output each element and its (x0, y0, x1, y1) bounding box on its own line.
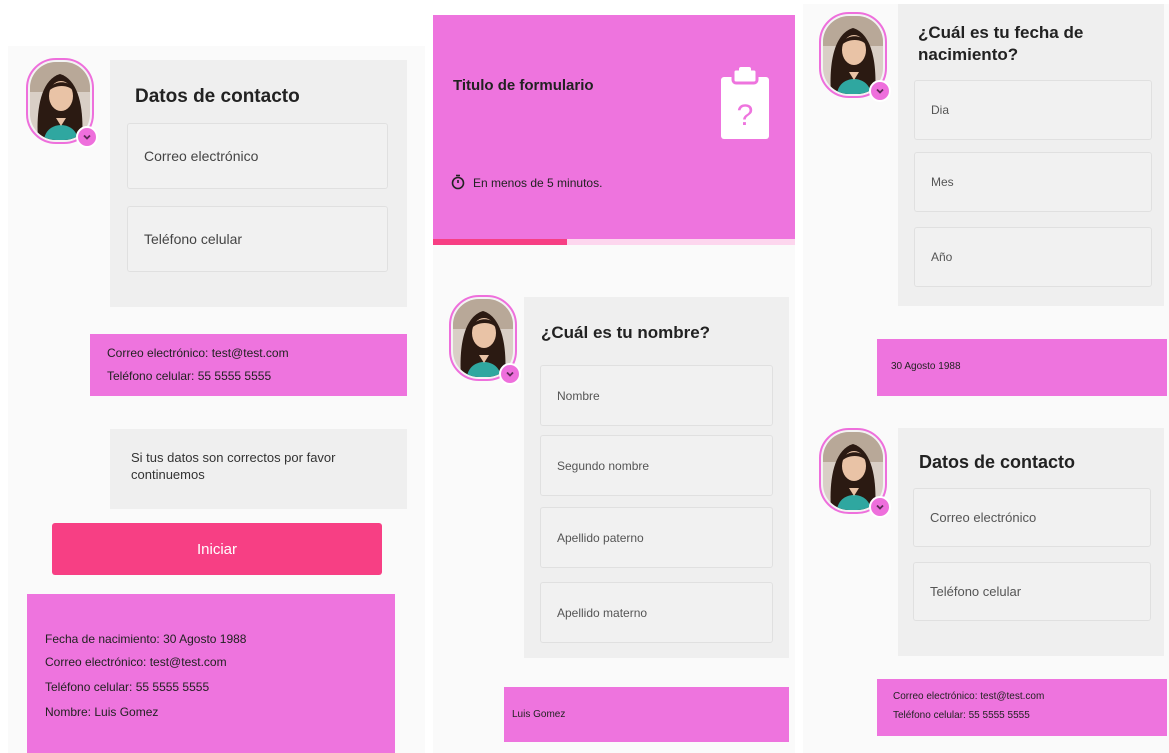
chat-screen-birthdate: ¿Cuál es tu fecha de nacimiento? Dia Mes… (803, 4, 1169, 753)
day-field[interactable]: Dia (914, 80, 1152, 140)
progress-bar (433, 239, 795, 245)
paternal-surname-field[interactable]: Apellido paterno (540, 507, 773, 568)
chevron-down-icon[interactable] (499, 363, 521, 385)
form-header: Titulo de formulario ? En menos de 5 min… (433, 15, 795, 240)
form-title: Titulo de formulario (453, 77, 594, 94)
question-title: ¿Cuál es tu fecha de nacimiento? (918, 23, 1084, 64)
summary-line: Nombre: Luis Gomez (45, 705, 159, 719)
assistant-avatar (449, 295, 521, 385)
phone-field[interactable]: Teléfono celular (913, 562, 1151, 621)
chevron-down-icon[interactable] (869, 496, 891, 518)
chat-screen-contact: Datos de contacto Correo electrónico Tel… (8, 46, 425, 753)
question-title: ¿Cuál es tu nombre? (541, 323, 711, 342)
answer-bubble: 30 Agosto 1988 (877, 339, 1167, 396)
summary-line: Fecha de nacimiento: 30 Agosto 1988 (45, 632, 247, 646)
answer-text: 30 Agosto 1988 (891, 361, 961, 372)
email-field[interactable]: Correo electrónico (127, 123, 388, 189)
clipboard-question-icon: ? (721, 67, 769, 139)
answer-line: Correo electrónico: test@test.com (893, 691, 1045, 702)
summary-line: Correo electrónico: test@test.com (45, 655, 227, 669)
contact-card: Datos de contacto Correo electrónico Tel… (898, 428, 1164, 656)
assistant-avatar (819, 428, 891, 518)
svg-text:?: ? (737, 99, 754, 132)
chevron-down-icon[interactable] (76, 126, 98, 148)
first-name-field[interactable]: Nombre (540, 365, 773, 426)
name-card: ¿Cuál es tu nombre? Nombre Segundo nombr… (524, 297, 789, 658)
chevron-down-icon[interactable] (869, 80, 891, 102)
confirm-message: Si tus datos son correctos por favor con… (110, 429, 407, 509)
start-button[interactable]: Iniciar (52, 523, 382, 575)
month-field[interactable]: Mes (914, 152, 1152, 212)
email-field[interactable]: Correo electrónico (913, 488, 1151, 547)
maternal-surname-field[interactable]: Apellido materno (540, 582, 773, 643)
answer-bubble: Luis Gomez (504, 687, 789, 742)
card-title: Datos de contacto (135, 86, 300, 107)
phone-field[interactable]: Teléfono celular (127, 206, 388, 272)
assistant-avatar (819, 12, 891, 102)
answer-line: Teléfono celular: 55 5555 5555 (107, 369, 272, 383)
answer-line: Teléfono celular: 55 5555 5555 (893, 710, 1030, 721)
duration-text: En menos de 5 minutos. (473, 176, 603, 190)
assistant-avatar (26, 58, 98, 148)
middle-name-field[interactable]: Segundo nombre (540, 435, 773, 496)
year-field[interactable]: Año (914, 227, 1152, 287)
stopwatch-icon (451, 174, 465, 190)
progress-fill (433, 239, 567, 245)
summary-line: Teléfono celular: 55 5555 5555 (45, 680, 210, 694)
answer-line: Correo electrónico: test@test.com (107, 346, 289, 360)
answer-bubble: Correo electrónico: test@test.com Teléfo… (90, 334, 407, 396)
card-title: Datos de contacto (919, 452, 1076, 472)
birthdate-card: ¿Cuál es tu fecha de nacimiento? Dia Mes… (898, 4, 1164, 306)
answer-text: Luis Gomez (512, 709, 566, 720)
contact-card: Datos de contacto Correo electrónico Tel… (110, 60, 407, 307)
chat-screen-name: Titulo de formulario ? En menos de 5 min… (433, 15, 795, 753)
answer-bubble: Correo electrónico: test@test.com Teléfo… (877, 679, 1167, 736)
summary-bubble: Fecha de nacimiento: 30 Agosto 1988 Corr… (27, 594, 395, 753)
confirm-text: Si tus datos son correctos por favor con… (131, 450, 336, 482)
